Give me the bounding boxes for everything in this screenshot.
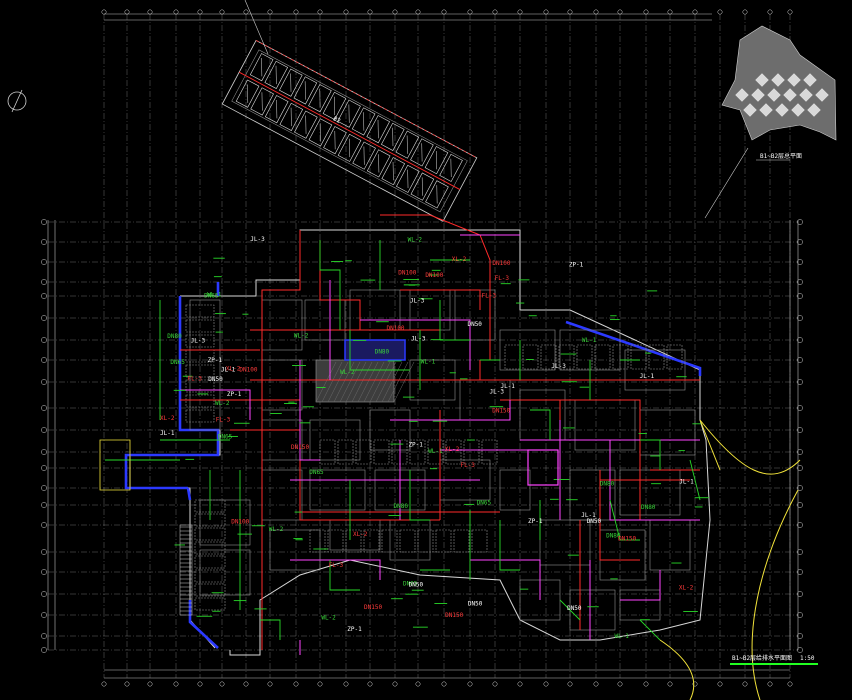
pipe-tag: WL-2 <box>408 236 423 243</box>
pipe-tag: DN50 <box>468 600 483 607</box>
cad-viewport[interactable]: B2 B1~B2层总平面 DN50 DN65 DN100 JL-1 WL-2 F… <box>0 0 852 700</box>
pipe-tag: DN100 <box>239 367 257 374</box>
pipe-tag: XL-2 <box>679 585 694 592</box>
pipe-tag: JL-1 <box>160 430 175 437</box>
pipe-tag: JL-3 <box>250 236 265 243</box>
pipe-tag: DN80 <box>641 504 656 511</box>
pipe-tag: ZP-1 <box>208 357 223 364</box>
pipe-tag: JL-3 <box>411 336 426 343</box>
pipe-tag: DN150 <box>445 612 463 619</box>
pipe-tag: FL-3 <box>495 275 510 282</box>
key-plan-caption: B1~B2层总平面 <box>760 152 802 160</box>
pipe-tag: FL-3 <box>216 416 231 423</box>
floor-plan-drawing: B2 B1~B2层总平面 DN50DN65DN100JL-1WL-2FL-3ZP… <box>0 0 852 700</box>
pipe-tag: DN50 <box>467 321 482 328</box>
pipe-tag: WL-2 <box>215 400 230 407</box>
pipe-tag: ZP-1 <box>347 626 362 633</box>
pipe-tag: DN100 <box>425 272 443 279</box>
pipe-tag: JL-3 <box>551 363 566 370</box>
pipe-tag: DN50 <box>208 376 223 383</box>
pipe-tag: DN65 <box>477 499 492 506</box>
pipe-tag: DN65 <box>218 434 233 441</box>
pipe-tag: WL-1 <box>428 448 443 455</box>
pipe-tag: JL-1 <box>221 366 236 373</box>
pipe-tag: DN100 <box>492 260 510 267</box>
pipe-tag: DN65 <box>309 469 324 476</box>
pipe-tag: XL-2 <box>452 256 467 263</box>
pipe-tag: FL-3 <box>329 562 344 569</box>
pipe-tag: DN150 <box>291 444 309 451</box>
pipe-tag: DN80 <box>600 481 615 488</box>
pipe-tag: DN65 <box>204 293 219 300</box>
pipe-tag: WL-1 <box>421 359 436 366</box>
pipe-tag: FL-3 <box>482 292 497 299</box>
pipe-tag: DN80 <box>375 349 390 356</box>
pipe-tag: JL-1 <box>500 383 515 390</box>
pipe-tag: WL-2 <box>340 369 355 376</box>
pipe-tag: DN150 <box>618 535 636 542</box>
pipe-tag: DN100 <box>398 269 416 276</box>
pipe-tag: JL-1 <box>640 373 655 380</box>
pipe-tag: ZP-1 <box>569 262 584 269</box>
drawing-scale: 1:50 <box>800 655 815 662</box>
pipe-tag: FL-3 <box>188 376 203 383</box>
pipe-tag: XL-2 <box>353 531 368 538</box>
pipe-tag: WL-2 <box>321 615 336 622</box>
pipe-tag: ZP-1 <box>528 518 543 525</box>
pipe-tag: WL-2 <box>269 526 284 533</box>
pipe-tag: DN65 <box>170 359 185 366</box>
pipe-tag: WL-1 <box>582 337 597 344</box>
pipe-tag: DN50 <box>409 581 424 588</box>
pipe-tag: DN150 <box>492 408 510 415</box>
pipe-tag: DN100 <box>231 519 249 526</box>
pipe-tag: DN100 <box>386 325 404 332</box>
pipe-tag: JL-3 <box>191 338 206 345</box>
pipe-tag: XL-2 <box>445 446 460 453</box>
pipe-tag: DN80 <box>167 333 182 340</box>
pipe-tag: DN150 <box>364 604 382 611</box>
pipe-tag: JL-1 <box>679 479 694 486</box>
pipe-tag: WL-2 <box>294 332 309 339</box>
pipe-tag: DN80 <box>394 503 409 510</box>
drawing-title: B1~B2层给排水平面图 <box>732 654 792 662</box>
pipe-tag: XL-2 <box>160 415 175 422</box>
pipe-tag: JL-3 <box>410 298 425 305</box>
pipe-tag: ZP-1 <box>227 391 242 398</box>
pipe-tag: ZP-1 <box>408 442 423 449</box>
pipe-tag: DN50 <box>567 605 582 612</box>
pipe-tag: WL-1 <box>614 633 629 640</box>
pipe-tag: FL-3 <box>460 462 475 469</box>
pipe-tag: JL-1 <box>581 512 596 519</box>
